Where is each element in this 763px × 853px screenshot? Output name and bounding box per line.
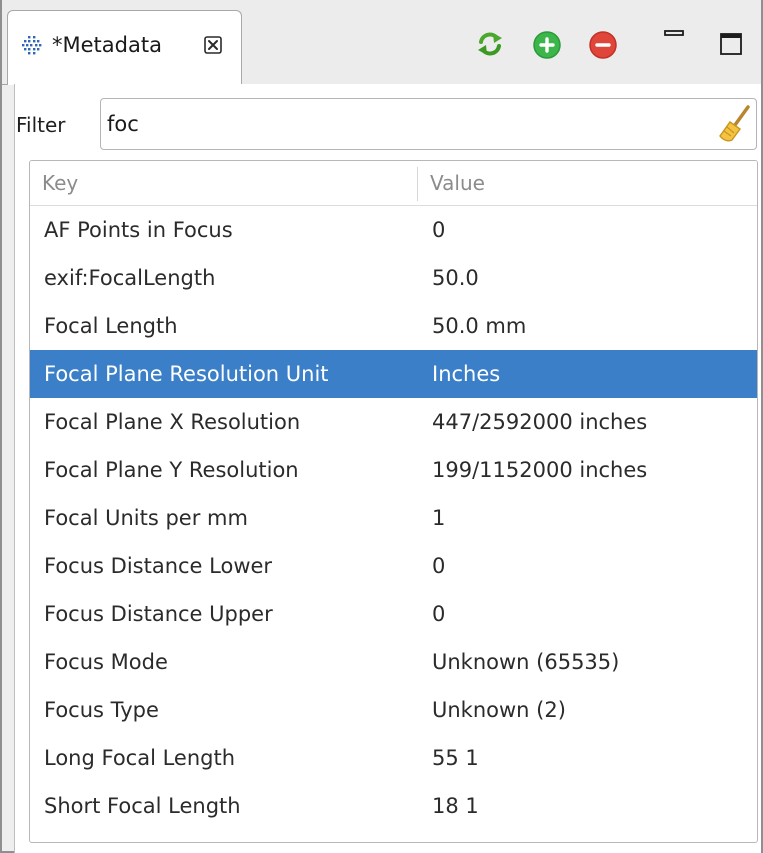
row-key: Focal Plane X Resolution [44,410,301,434]
table-row[interactable]: Short Focal Length 18 1 [30,782,757,830]
row-key: Focus Type [44,698,159,722]
table-row[interactable]: Focus Distance Upper 0 [30,590,757,638]
column-header-key[interactable]: Key [42,161,78,205]
refresh-icon[interactable] [475,29,505,59]
table-row[interactable]: Focus Distance Lower 0 [30,542,757,590]
row-key: Focal Plane Y Resolution [44,458,299,482]
filter-input[interactable]: foc [100,98,757,150]
table-row[interactable]: exif:FocalLength 50.0 [30,254,757,302]
filter-label: Filter [16,113,66,137]
row-key: Focal Units per mm [44,506,248,530]
table-header: Key Value [30,161,757,206]
row-value: Unknown (65535) [432,650,620,674]
row-value: 0 [432,554,446,578]
tab-title: *Metadata [52,33,162,57]
minimize-icon[interactable] [663,26,685,46]
add-icon[interactable] [532,30,562,60]
view-tab-strip: *Metadata [2,0,761,85]
row-value: Inches [432,362,501,386]
table-row[interactable]: AF Points in Focus 0 [30,206,757,254]
remove-icon[interactable] [588,30,618,60]
row-key: Long Focal Length [44,746,236,770]
table-row[interactable]: Focal Units per mm 1 [30,494,757,542]
row-key: Focal Length [44,314,178,338]
metadata-table: Key Value AF Points in Focus 0 exif:FocalL… [29,160,758,843]
maximize-icon[interactable] [719,32,743,56]
column-divider[interactable] [417,167,418,201]
metadata-grid-icon [22,36,42,55]
row-value: 1 [432,506,446,530]
row-value: 0 [432,602,446,626]
row-key: Focus Distance Upper [44,602,273,626]
table-body: AF Points in Focus 0 exif:FocalLength 50.0 F… [30,206,757,830]
row-value: 447/2592000 inches [432,410,648,434]
row-key: Focal Plane Resolution Unit [44,362,329,386]
row-key: Short Focal Length [44,794,241,818]
broom-clear-icon[interactable] [718,105,752,143]
table-row[interactable]: Focal Plane Y Resolution 199/1152000 inch… [30,446,757,494]
row-value: 18 1 [432,794,479,818]
row-value: 55 1 [432,746,479,770]
row-key: AF Points in Focus [44,218,233,242]
table-row[interactable]: Focal Length 50.0 mm [30,302,757,350]
tab-metadata[interactable]: *Metadata [7,10,242,85]
row-value: 50.0 [432,266,479,290]
table-row[interactable]: Focus Mode Unknown (65535) [30,638,757,686]
row-value: 0 [432,218,446,242]
column-header-value[interactable]: Value [430,161,485,205]
table-row[interactable]: Focus Type Unknown (2) [30,686,757,734]
close-icon[interactable] [204,36,222,54]
row-key: Focus Distance Lower [44,554,273,578]
table-row[interactable]: Focal Plane X Resolution 447/2592000 inch… [30,398,757,446]
row-value: 50.0 mm [432,314,527,338]
row-key: Focus Mode [44,650,168,674]
metadata-view: *Metadata Filter foc Key Value AF Points… [0,0,763,853]
row-value: Unknown (2) [432,698,566,722]
table-row[interactable]: Focal Plane Resolution Unit Inches [30,350,757,398]
row-value: 199/1152000 inches [432,458,648,482]
table-row[interactable]: Long Focal Length 55 1 [30,734,757,782]
row-key: exif:FocalLength [44,266,216,290]
